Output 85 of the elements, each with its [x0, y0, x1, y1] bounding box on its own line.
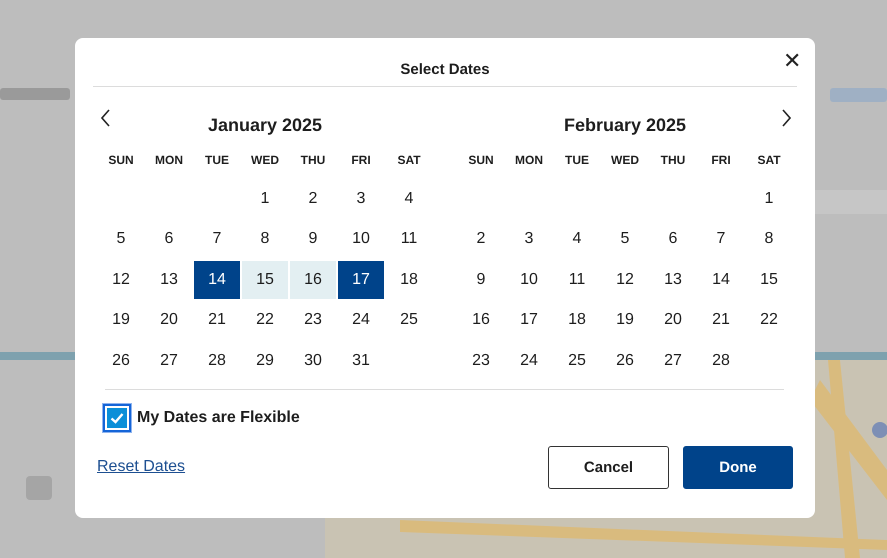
- day-cell[interactable]: 21: [698, 301, 744, 339]
- day-cell[interactable]: 18: [386, 260, 432, 298]
- day-cell[interactable]: 4: [554, 220, 600, 258]
- dialog-title: Select Dates: [400, 60, 490, 78]
- day-cell[interactable]: 2: [458, 220, 504, 258]
- weekday-label: THU: [300, 152, 326, 169]
- day-cell[interactable]: 14: [194, 260, 240, 298]
- day-cell[interactable]: 12: [98, 260, 144, 298]
- day-cell[interactable]: 16: [290, 260, 336, 298]
- day-cell[interactable]: 27: [650, 342, 696, 380]
- day-cell[interactable]: 9: [290, 220, 336, 258]
- cancel-button[interactable]: Cancel: [548, 446, 669, 488]
- day-cell[interactable]: 7: [698, 220, 744, 258]
- weekday-label: TUE: [204, 152, 230, 169]
- month-title: February 2025: [564, 115, 686, 137]
- weekday-label: SAT: [396, 152, 422, 169]
- day-cell[interactable]: 1: [242, 180, 288, 218]
- day-cell[interactable]: 24: [506, 342, 552, 380]
- day-cell[interactable]: 23: [458, 342, 504, 380]
- day-cell[interactable]: 15: [746, 260, 792, 298]
- day-cell[interactable]: 28: [698, 342, 744, 380]
- day-cell[interactable]: 26: [98, 342, 144, 380]
- day-cell[interactable]: 20: [650, 301, 696, 339]
- day-cell[interactable]: 6: [146, 220, 192, 258]
- day-cell[interactable]: 12: [602, 260, 648, 298]
- day-cell[interactable]: 17: [506, 301, 552, 339]
- day-cell[interactable]: 5: [602, 220, 648, 258]
- flexible-checkbox[interactable]: [103, 404, 131, 432]
- day-cell[interactable]: 9: [458, 260, 504, 298]
- day-cell[interactable]: 19: [602, 301, 648, 339]
- weekday-label: THU: [660, 152, 686, 169]
- day-cell[interactable]: 22: [242, 301, 288, 339]
- day-cell[interactable]: 24: [338, 301, 384, 339]
- day-cell[interactable]: 10: [506, 260, 552, 298]
- next-month-icon[interactable]: [781, 109, 791, 127]
- day-cell[interactable]: 28: [194, 342, 240, 380]
- checkbox-label: My Dates are Flexible: [137, 408, 300, 426]
- day-cell[interactable]: 26: [602, 342, 648, 380]
- weekday-label: MON: [154, 152, 184, 169]
- weekday-label: SUN: [107, 152, 135, 169]
- day-cell[interactable]: 11: [386, 220, 432, 258]
- day-cell[interactable]: 25: [386, 301, 432, 339]
- day-cell[interactable]: 20: [146, 301, 192, 339]
- day-cell[interactable]: 6: [650, 220, 696, 258]
- day-cell[interactable]: 16: [458, 301, 504, 339]
- weekday-label: WED: [610, 152, 640, 169]
- day-cell[interactable]: 17: [338, 260, 384, 298]
- day-cell[interactable]: 5: [98, 220, 144, 258]
- day-cell[interactable]: 22: [746, 301, 792, 339]
- previous-month-icon[interactable]: [101, 109, 111, 127]
- day-cell[interactable]: 13: [146, 260, 192, 298]
- day-cell[interactable]: 2: [290, 180, 336, 218]
- day-cell[interactable]: 19: [98, 301, 144, 339]
- month-title: January 2025: [208, 115, 322, 137]
- day-cell[interactable]: 4: [386, 180, 432, 218]
- day-cell[interactable]: 29: [242, 342, 288, 380]
- day-cell[interactable]: 21: [194, 301, 240, 339]
- day-cell[interactable]: 3: [506, 220, 552, 258]
- done-button[interactable]: Done: [683, 446, 793, 488]
- close-button[interactable]: ✕: [779, 50, 805, 72]
- weekday-label: WED: [250, 152, 280, 169]
- checkmark-icon: [110, 412, 124, 424]
- day-cell[interactable]: 18: [554, 301, 600, 339]
- weekday-label: SUN: [467, 152, 495, 169]
- day-cell[interactable]: 10: [338, 220, 384, 258]
- reset-dates-link[interactable]: Reset Dates: [97, 458, 186, 476]
- weekday-label: FRI: [710, 152, 732, 169]
- day-cell[interactable]: 23: [290, 301, 336, 339]
- day-cell[interactable]: 8: [242, 220, 288, 258]
- day-cell[interactable]: 7: [194, 220, 240, 258]
- weekday-label: SAT: [756, 152, 782, 169]
- day-cell[interactable]: 25: [554, 342, 600, 380]
- day-cell[interactable]: 14: [698, 260, 744, 298]
- day-cell[interactable]: 15: [242, 260, 288, 298]
- weekday-label: MON: [514, 152, 544, 169]
- day-cell[interactable]: 31: [338, 342, 384, 380]
- day-cell[interactable]: 8: [746, 220, 792, 258]
- day-cell[interactable]: 13: [650, 260, 696, 298]
- day-cell[interactable]: 11: [554, 260, 600, 298]
- day-cell[interactable]: 27: [146, 342, 192, 380]
- weekday-label: FRI: [350, 152, 372, 169]
- day-cell[interactable]: 3: [338, 180, 384, 218]
- day-cell[interactable]: 30: [290, 342, 336, 380]
- weekday-label: TUE: [564, 152, 590, 169]
- day-cell[interactable]: 1: [746, 180, 792, 218]
